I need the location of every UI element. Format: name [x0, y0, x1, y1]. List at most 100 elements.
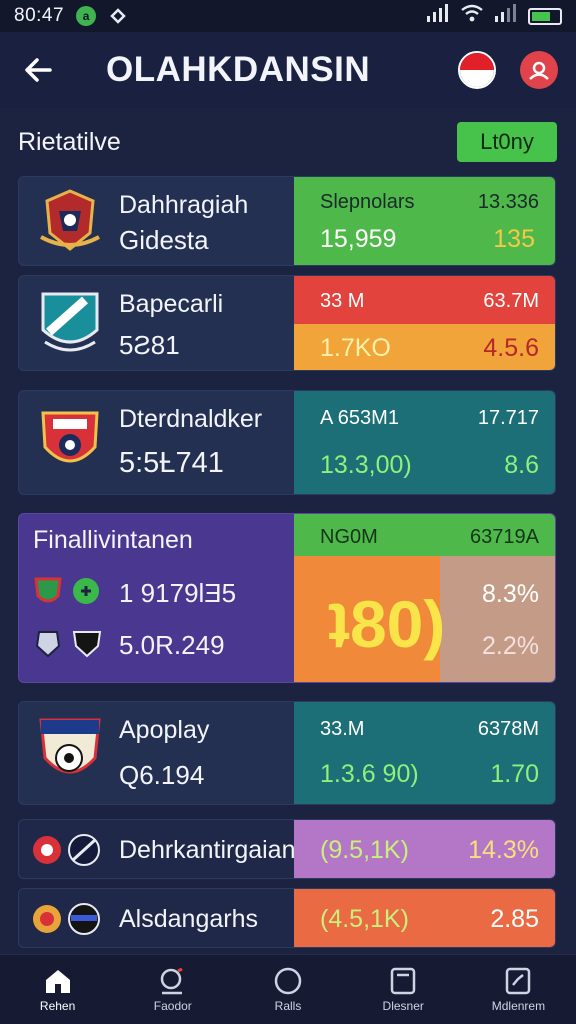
team-block: Dahhragiah Gidesta: [19, 177, 294, 265]
stat-value-b: 4.5.6: [483, 334, 539, 362]
stats-icon: [506, 967, 531, 994]
signal-icon: [426, 4, 450, 28]
team-subtitle: Gidesta: [119, 225, 209, 255]
stat-value-a: 13.3,00): [320, 451, 412, 479]
team-crest-icon: [39, 718, 101, 774]
nav-label: Ralls: [274, 998, 302, 1013]
stat-label-a: 33.M: [320, 718, 365, 740]
team-subtitle: 5Ƨ81: [119, 330, 180, 360]
status-bar: 80:47 a: [0, 0, 576, 32]
stat-block: 33 M 63.7M 1.7KO 4.5.6: [294, 276, 555, 370]
list-value-b: 2.85: [490, 905, 539, 933]
team-block: Apoplay Q6.194: [19, 702, 294, 804]
match-card[interactable]: Apoplay Q6.194 33.M 6378M 1.3.6 90) 1.70: [18, 701, 556, 805]
nav-item-more[interactable]: Mdlenrem: [461, 955, 576, 1024]
team-crest-icon: [41, 292, 99, 352]
live-filter-button[interactable]: Lt0ny: [457, 122, 557, 162]
team-b-crest-icon: [68, 834, 100, 866]
list-value-a: (4.5,1K): [320, 905, 409, 933]
stat-label-a: 33 M: [320, 290, 365, 312]
team-subtitle: 5:5Ƚ741: [119, 447, 224, 479]
featured-stats: NG0M 63719A ʇ80) 8.3% 2.2%: [294, 514, 555, 682]
team-d-shield-icon: [72, 631, 102, 658]
list-value-b: 14.3%: [468, 836, 539, 864]
stat-label-b: 63.7M: [483, 290, 539, 312]
stat-label-a: Slepnolars: [320, 191, 415, 213]
match-card[interactable]: Dterdnaldker 5:5Ƚ741 A 653M1 17.717 13.3…: [18, 390, 556, 495]
stat-block: A 653M1 17.717 13.3,00) 8.6: [294, 391, 555, 494]
stat-value-a: 15,959: [320, 225, 397, 253]
nav-label: Faodor: [153, 998, 192, 1013]
featured-row-2: 5.0R.249: [119, 630, 225, 660]
match-card[interactable]: Bapecarli 5Ƨ81 33 M 63.7M 1.7KO 4.5.6: [18, 275, 556, 371]
team-crest-icon: [40, 189, 100, 251]
bottom-navigation: Rehen Faodor Ralls Dlesner Mdlenrem: [0, 954, 576, 1024]
featured-row-1: 1 9179ƖƎ5: [119, 578, 237, 608]
team-name: Bapecarli: [119, 290, 224, 318]
ball-icon: [274, 967, 302, 994]
team-b-ball-icon: [73, 578, 99, 604]
featured-pct-a: 8.3%: [482, 580, 539, 608]
team-subtitle: Q6.194: [119, 760, 205, 790]
section-title: Rietatilve: [18, 128, 121, 156]
list-item-stats: (4.5,1K) 2.85: [294, 889, 555, 947]
team-name: Dterdnaldker: [119, 405, 263, 433]
stat-label-a: A 653M1: [320, 407, 399, 429]
match-card[interactable]: Dahhragiah Gidesta Slepnolars 13.336 15,…: [18, 176, 556, 266]
status-time: 80:47: [14, 5, 65, 26]
nav-item-search[interactable]: Faodor: [115, 955, 230, 1024]
featured-big-value: ʇ80): [328, 587, 446, 661]
profile-button[interactable]: [520, 51, 558, 89]
team-name: Apoplay: [119, 716, 210, 744]
list-item[interactable]: Dehrkantirgaian (9.5,1K) 14.3%: [18, 819, 556, 879]
team-block: Dterdnaldker 5:5Ƚ741: [19, 391, 294, 494]
list-item-name: Alsdangarhs: [119, 905, 258, 933]
team-crest-icon: [41, 411, 99, 463]
signal-2-icon: [494, 4, 518, 28]
featured-info: Finallivintanen 1 9179ƖƎ5 5.0R.249: [19, 514, 294, 682]
stat-value-b: 1.70: [490, 760, 539, 788]
stat-value-b: 135: [493, 225, 535, 253]
team-c-shield-icon: [35, 631, 61, 658]
wifi-icon: [460, 4, 484, 28]
list-item[interactable]: Alsdangarhs (4.5,1K) 2.85: [18, 888, 556, 948]
featured-title: Finallivintanen: [33, 526, 193, 554]
nav-label: Mdlenrem: [491, 998, 546, 1013]
featured-label-a: NG0M: [320, 526, 378, 548]
user-icon: [529, 61, 549, 80]
back-button[interactable]: [18, 50, 58, 90]
list-value-a: (9.5,1K): [320, 836, 409, 864]
stat-label-b: 13.336: [477, 191, 539, 213]
battery-icon: [528, 7, 562, 25]
stat-block: 33.M 6378M 1.3.6 90) 1.70: [294, 702, 555, 804]
home-icon: [45, 969, 70, 993]
featured-pct-b: 2.2%: [482, 632, 539, 660]
stat-value-b: 8.6: [504, 451, 539, 479]
stat-value-a: 1.3.6 90): [320, 760, 419, 788]
team-name: Dahhragiah: [119, 191, 249, 219]
team-block: Bapecarli 5Ƨ81: [19, 276, 294, 370]
nav-item-home[interactable]: Rehen: [0, 955, 115, 1024]
search-icon: [160, 967, 183, 994]
team-a-shield-icon: [34, 577, 62, 603]
stat-value-a: 1.7KO: [320, 334, 391, 362]
featured-card[interactable]: Finallivintanen 1 9179ƖƎ5 5.0R.249 NG0M …: [18, 513, 556, 683]
arrow-left-icon: [25, 58, 52, 82]
team-a-crest-icon: [33, 905, 61, 933]
link-notification-icon: [108, 6, 128, 26]
team-a-crest-icon: [33, 836, 61, 864]
page-title: OLAHKDANSIN: [106, 50, 371, 89]
stat-block: Slepnolars 13.336 15,959 135: [294, 177, 555, 265]
nav-item-matches[interactable]: Ralls: [230, 955, 345, 1024]
nav-label: Dlesner: [382, 998, 424, 1013]
nav-item-schedule[interactable]: Dlesner: [346, 955, 461, 1024]
list-item-stats: (9.5,1K) 14.3%: [294, 820, 555, 878]
stat-label-b: 17.717: [477, 407, 539, 429]
team-b-crest-icon: [68, 903, 100, 935]
list-item-name: Dehrkantirgaian: [119, 836, 296, 864]
region-flag-button[interactable]: [458, 51, 496, 89]
app-notification-icon: a: [76, 6, 97, 26]
stat-label-b: 6378M: [477, 718, 539, 740]
app-header: OLAHKDANSIN: [0, 32, 576, 108]
nav-label: Rehen: [39, 998, 76, 1013]
